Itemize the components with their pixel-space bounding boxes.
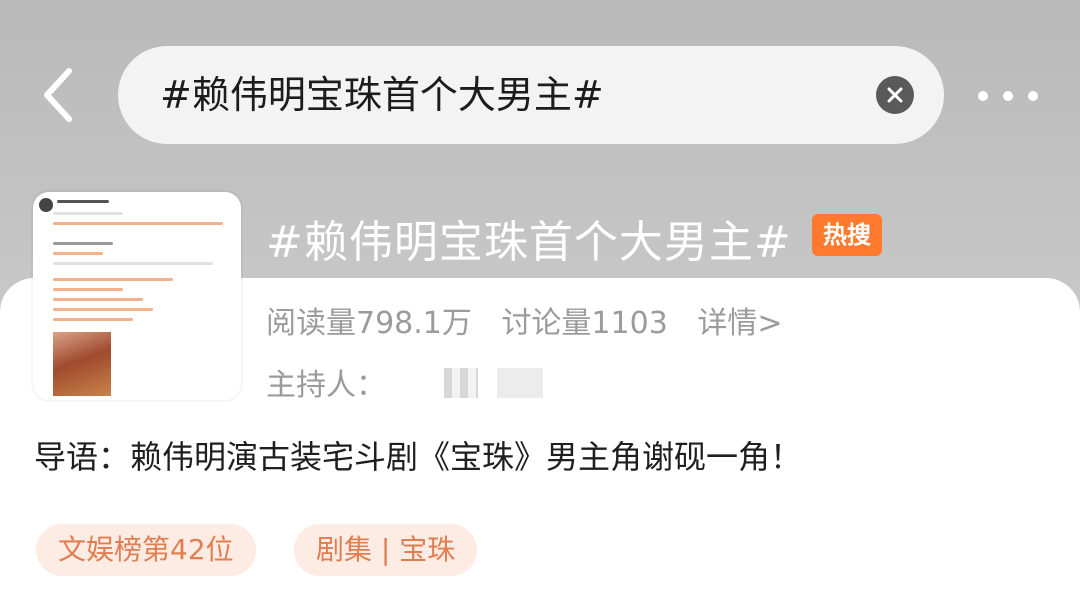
discussion-count: 讨论量1103 (501, 306, 668, 341)
thumbnail-poster (53, 332, 111, 396)
more-button[interactable] (972, 80, 1044, 112)
top-bar: #赖伟明宝珠首个大男主# (0, 0, 1080, 180)
thumbnail-line (53, 252, 103, 255)
thumbnail-line (53, 288, 123, 291)
clear-search-button[interactable] (876, 76, 914, 114)
thumbnail-line (53, 222, 223, 225)
more-dot-icon (1003, 91, 1013, 101)
more-dot-icon (1028, 91, 1038, 101)
search-bar[interactable]: #赖伟明宝珠首个大男主# (118, 46, 944, 144)
thumbnail-avatar (39, 198, 53, 212)
topic-thumbnail[interactable] (33, 192, 241, 400)
series-tag[interactable]: 剧集 | 宝珠 (294, 524, 478, 576)
search-input[interactable]: #赖伟明宝珠首个大男主# (160, 46, 604, 144)
host-avatar[interactable] (444, 368, 478, 398)
thumbnail-line (53, 298, 143, 301)
ranking-tag[interactable]: 文娱榜第42位 (36, 524, 256, 576)
thumbnail-line (53, 318, 133, 321)
topic-stats: 阅读量798.1万 讨论量1103 详情> (266, 298, 802, 342)
thumbnail-line (53, 242, 113, 245)
thumbnail-line (53, 308, 153, 311)
details-link[interactable]: 详情> (697, 306, 782, 341)
thumbnail-line (53, 262, 213, 265)
more-dot-icon (978, 91, 988, 101)
thumbnail-line (53, 278, 173, 281)
thumbnail-line (53, 212, 123, 215)
host-avatar[interactable] (497, 368, 543, 398)
read-count: 阅读量798.1万 (266, 306, 472, 341)
close-icon (887, 87, 903, 103)
chevron-left-icon (44, 68, 72, 122)
host-label: 主持人： (266, 368, 386, 403)
topic-title: #赖伟明宝珠首个大男主# (266, 217, 792, 268)
topic-intro: 导语：赖伟明演古装宅斗剧《宝珠》男主角谢砚一角！ (34, 438, 803, 476)
back-button[interactable] (30, 62, 86, 128)
hot-badge: 热搜 (812, 214, 882, 256)
thumbnail-line (57, 200, 109, 203)
